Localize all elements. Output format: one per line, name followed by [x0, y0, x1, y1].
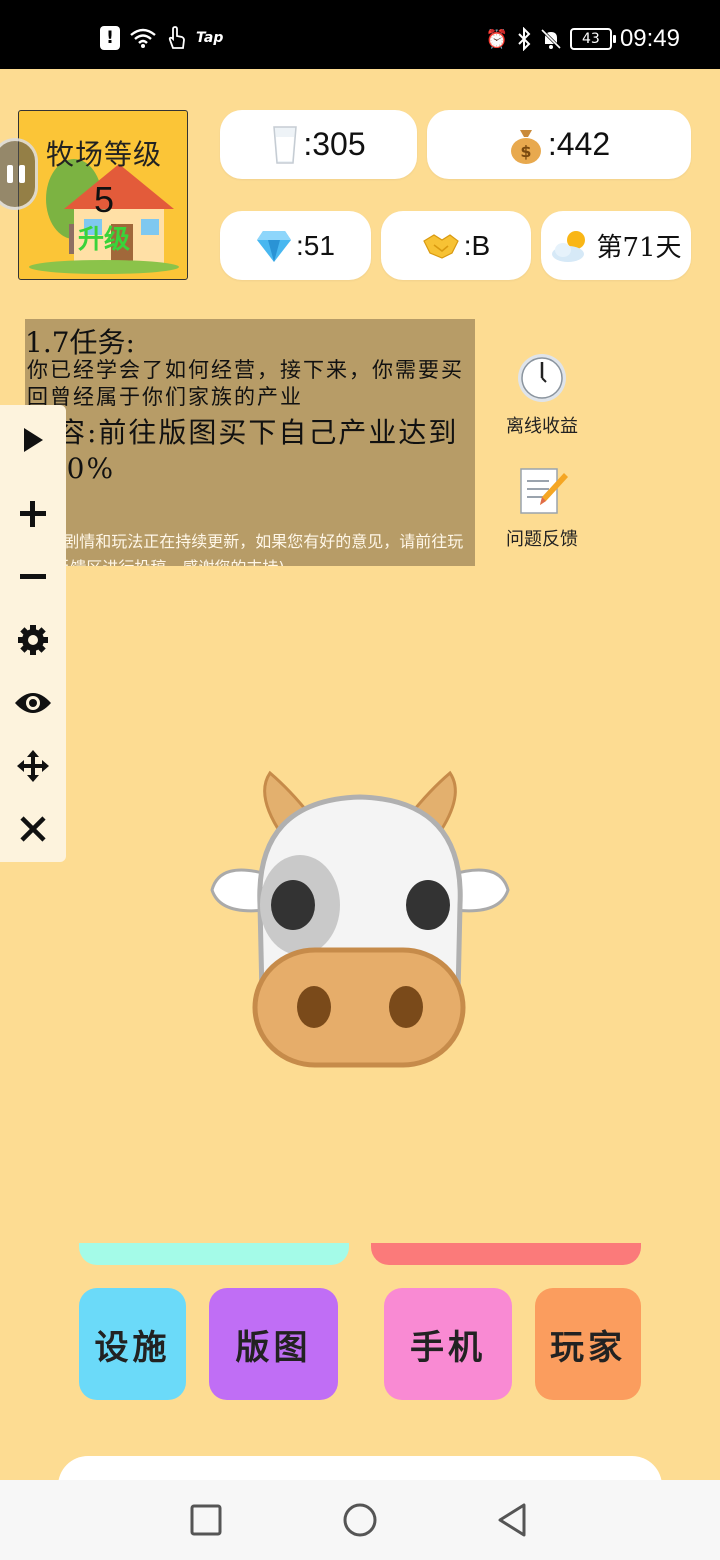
upgrade-button[interactable]: 升级: [19, 219, 187, 256]
ranch-level-value: 5: [93, 179, 115, 220]
plus-icon: [20, 501, 46, 527]
mute-bell-icon: [540, 28, 561, 50]
ranch-level-card[interactable]: 牧场等级 5 升级: [18, 110, 188, 280]
money-bag-icon: $: [510, 129, 541, 164]
pause-bubble-button[interactable]: [0, 138, 38, 210]
day-counter: 第71天: [541, 211, 691, 280]
task-note: (游戏剧情和玩法正在持续更新，如果您有好的意见，请前往玩家>反馈区进行投稿，感谢…: [25, 532, 464, 566]
home-icon[interactable]: [340, 1500, 380, 1540]
reputation-counter: :B: [381, 211, 531, 280]
svg-text:$: $: [520, 142, 531, 161]
battery-level: 43: [582, 31, 600, 47]
diamond-counter: :51: [220, 211, 371, 280]
task-panel: 1.7任务: 你已经学会了如何经营，接下来，你需要买回曾经属于你们家族的产业 内…: [25, 319, 475, 566]
sun-cloud-icon: [552, 230, 586, 262]
facilities-strip: [79, 1243, 349, 1265]
money-value: :442: [547, 126, 611, 162]
pause-icon: [7, 165, 13, 183]
gear-icon: [18, 625, 48, 655]
offline-income-button[interactable]: 离线收益: [492, 352, 592, 438]
money-counter: $ :442: [427, 110, 691, 179]
task-content: 内容:前往版图买下自己产业达到100%: [27, 416, 459, 485]
close-icon: [20, 816, 46, 842]
visibility-button[interactable]: [10, 680, 56, 726]
back-icon[interactable]: [494, 1500, 534, 1540]
notification-alert-icon: !: [100, 26, 120, 50]
task-title: 1.7任务:: [25, 326, 135, 359]
pause-icon-bar: [19, 165, 25, 183]
ranch-level-title: 牧场等级: [45, 138, 162, 171]
feedback-button[interactable]: 问题反馈: [492, 465, 592, 551]
feedback-label: 问题反馈: [506, 529, 578, 550]
close-button[interactable]: [10, 806, 56, 852]
memo-pencil-icon: [520, 468, 568, 514]
alarm-icon: ⏰: [485, 28, 508, 50]
tap-label: Tap: [196, 30, 224, 46]
offline-income-label: 离线收益: [506, 416, 578, 437]
play-icon: [24, 428, 43, 452]
move-arrows-icon: [17, 750, 49, 782]
clock: 09:49: [619, 25, 680, 52]
zoom-in-button[interactable]: [10, 491, 56, 537]
task-description: 你已经学会了如何经营，接下来，你需要买回曾经属于你们家族的产业: [27, 358, 464, 409]
phone-button[interactable]: 手机: [384, 1288, 512, 1400]
minus-icon: [20, 574, 46, 579]
reputation-value: :B: [463, 229, 491, 261]
handshake-icon: [422, 233, 459, 259]
zoom-out-button[interactable]: [10, 554, 56, 600]
move-button[interactable]: [10, 743, 56, 789]
status-bar: ! Tap ⏰ 43 09:49: [0, 0, 720, 69]
day-value: 第71天: [596, 233, 682, 263]
diamond-value: :51: [296, 229, 335, 261]
bluetooth-icon: [518, 27, 531, 51]
battery-icon: 43: [569, 28, 616, 50]
player-button[interactable]: 玩家: [535, 1288, 641, 1400]
map-button[interactable]: 版图: [209, 1288, 338, 1400]
cow-icon[interactable]: [200, 765, 520, 1075]
facilities-button[interactable]: 设施: [79, 1288, 186, 1400]
system-nav-bar: [0, 1480, 720, 1560]
settings-button[interactable]: [10, 617, 56, 663]
eye-icon: [15, 693, 51, 713]
floating-toolbar: [0, 405, 66, 862]
milk-glass-icon: [273, 125, 298, 164]
diamond-icon: [257, 230, 292, 262]
touch-icon: [168, 26, 185, 49]
clock-icon: [518, 354, 566, 402]
recent-apps-icon[interactable]: [186, 1500, 226, 1540]
phone-strip: [371, 1243, 641, 1265]
wifi-icon: [130, 28, 156, 48]
play-button[interactable]: [10, 417, 56, 463]
milk-counter: :305: [220, 110, 417, 179]
milk-value: :305: [303, 126, 366, 162]
